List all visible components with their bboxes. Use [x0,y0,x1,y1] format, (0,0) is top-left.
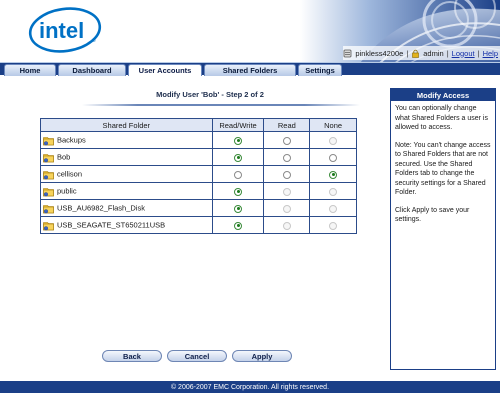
help-panel-body: You can optionally change what Shared Fo… [391,101,495,225]
none-radio[interactable] [329,153,338,162]
read-radio[interactable] [282,153,291,162]
separator: | [477,48,480,58]
read-write-radio[interactable] [234,170,243,179]
none-cell [309,216,357,234]
header: intel ® pinkless4200e | admin | Logout |… [0,0,500,63]
tab-settings[interactable]: Settings [298,64,342,76]
column-header-none: None [309,118,357,132]
read-write-radio[interactable] [234,136,243,145]
read-cell [263,148,311,166]
folder-cell: public [40,182,213,200]
footer-copyright: © 2006-2007 EMC Corporation. All rights … [0,381,500,393]
none-radio [329,204,338,213]
read-radio[interactable] [282,170,291,179]
read-cell [263,131,311,149]
help-panel: Modify Access You can optionally change … [390,88,496,370]
table-row: public [40,182,357,200]
folder-cell: cellison [40,165,213,183]
folder-name: cellison [57,168,83,178]
read-write-cell [211,165,265,183]
tab-user-accounts[interactable]: User Accounts [128,64,202,76]
column-header-read: Read [263,118,311,132]
read-radio [282,221,291,230]
read-write-radio[interactable] [234,204,243,213]
svg-text:®: ® [92,37,96,44]
none-cell [309,165,357,183]
locked-folder-icon [43,170,54,179]
server-icon [343,49,352,57]
locked-folder-icon [43,187,54,196]
table-row: Backups [40,131,357,149]
folder-name: public [57,185,77,195]
user-name: admin [423,48,444,58]
device-name: pinkless4200e [355,48,404,58]
back-button[interactable]: Back [102,350,162,362]
folder-name: Backups [57,134,86,144]
none-radio[interactable] [329,170,338,179]
read-radio [282,204,291,213]
apply-button[interactable]: Apply [232,350,292,362]
none-radio [329,221,338,230]
read-radio[interactable] [282,136,291,145]
folder-cell: Backups [40,131,213,149]
tab-dashboard[interactable]: Dashboard [58,64,126,76]
svg-text:intel: intel [39,18,84,43]
separator: | [406,48,409,58]
none-cell [309,182,357,200]
none-radio [329,136,338,145]
read-write-cell [211,131,265,149]
lock-icon [412,49,420,58]
read-write-cell [211,216,265,234]
none-cell [309,199,357,217]
column-header-shared-folder: Shared Folder [40,118,213,132]
read-write-radio[interactable] [234,221,243,230]
read-cell [263,199,311,217]
table-row: USB_SEAGATE_ST650211USB [40,216,357,234]
folder-cell: USB_AU6982_Flash_Disk [40,199,213,217]
table-row: USB_AU6982_Flash_Disk [40,199,357,217]
read-cell [263,165,311,183]
column-header-read-write: Read/Write [211,118,265,132]
folder-cell: Bob [40,148,213,166]
read-write-cell [211,199,265,217]
tab-shared-folders[interactable]: Shared Folders [204,64,296,76]
folder-name: Bob [57,151,71,161]
folder-name: USB_AU6982_Flash_Disk [57,202,145,212]
cancel-button[interactable]: Cancel [167,350,227,362]
help-text-apply: Click Apply to save your settings. [395,206,470,224]
nav-tab-bar: Home Dashboard User Accounts Shared Fold… [0,62,500,76]
locked-folder-icon [43,153,54,162]
read-write-radio[interactable] [234,187,243,196]
title-divider [82,104,360,106]
read-radio [282,187,291,196]
help-panel-title: Modify Access [391,89,495,101]
read-write-cell [211,182,265,200]
help-text-note: Note: You can't change access to Shared … [395,141,491,197]
folder-cell: USB_SEAGATE_ST650211USB [40,216,213,234]
tab-home[interactable]: Home [4,64,56,76]
none-radio [329,187,338,196]
user-bar: pinkless4200e | admin | Logout | Help [343,46,500,60]
read-cell [263,216,311,234]
table-header-row: Shared Folder Read/Write Read None [40,118,357,132]
page-title: Modify User 'Bob' - Step 2 of 2 [156,90,264,99]
help-link[interactable]: Help [483,49,498,58]
locked-folder-icon [43,136,54,145]
none-cell [309,148,357,166]
intel-logo: intel ® [28,7,102,53]
folder-name: USB_SEAGATE_ST650211USB [57,219,166,229]
locked-folder-icon [43,204,54,213]
read-write-cell [211,148,265,166]
shared-folder-access-table: Shared Folder Read/Write Read None Backu… [40,118,357,234]
table-row: cellison [40,165,357,183]
table-row: Bob [40,148,357,166]
read-cell [263,182,311,200]
none-cell [309,131,357,149]
help-text-intro: You can optionally change what Shared Fo… [395,105,488,131]
separator: | [446,48,449,58]
locked-folder-icon [43,221,54,230]
read-write-radio[interactable] [234,153,243,162]
logout-link[interactable]: Logout [452,49,475,58]
